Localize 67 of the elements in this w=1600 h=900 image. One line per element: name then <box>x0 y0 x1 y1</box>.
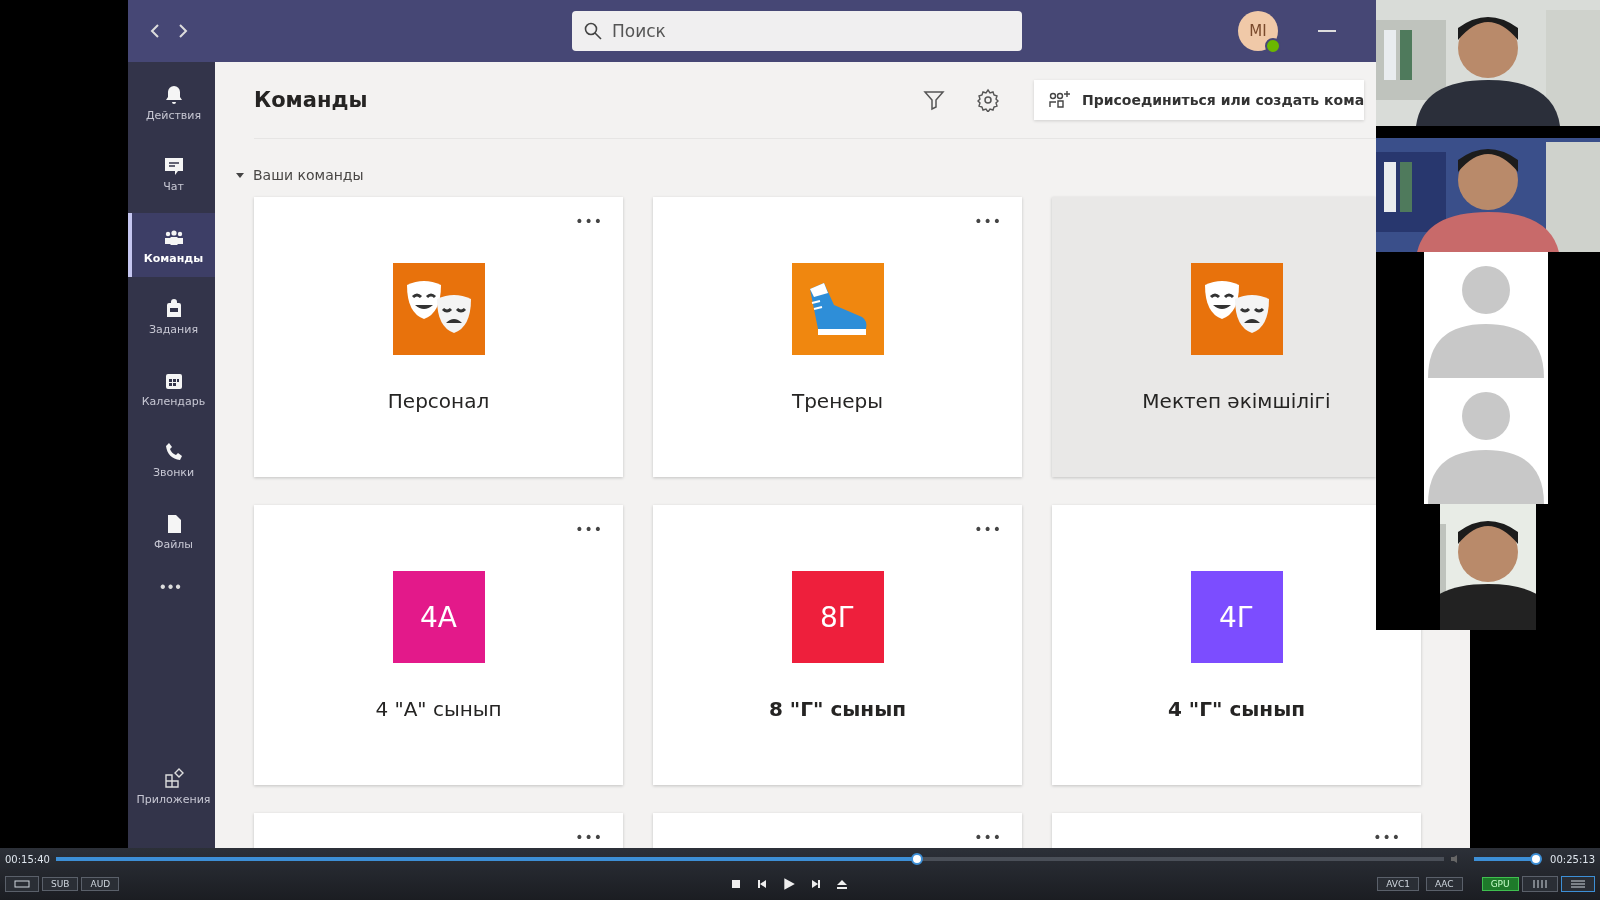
team-name: Персонал <box>387 389 490 413</box>
team-name: 4 "А" сынып <box>375 697 502 721</box>
more-options-button[interactable]: ••• <box>571 519 607 539</box>
more-options-button[interactable]: ••• <box>571 827 607 847</box>
team-card[interactable]: ••• 4А 4 "А" сынып <box>254 505 623 785</box>
caret-icon <box>235 170 245 180</box>
playlist-button[interactable] <box>1560 876 1595 892</box>
previous-icon[interactable] <box>756 878 769 890</box>
more-options-button[interactable]: ••• <box>970 519 1006 539</box>
play-icon[interactable] <box>782 877 797 891</box>
team-card[interactable]: ••• 8Г 8 "Г" сынып <box>653 505 1022 785</box>
eject-icon[interactable] <box>836 878 849 890</box>
equalizer-button[interactable] <box>1521 876 1558 892</box>
team-card[interactable]: 4Г 4 "Г" сынып <box>1052 505 1421 785</box>
volume-slider[interactable] <box>1474 853 1539 865</box>
team-name: 8 "Г" сынып <box>768 697 907 721</box>
seek-bar[interactable] <box>55 853 1445 865</box>
more-options-button[interactable]: ••• <box>571 211 607 231</box>
team-card[interactable]: ••• <box>254 813 623 848</box>
sidebar-item[interactable]: Действия <box>128 70 215 134</box>
more-button[interactable]: ••• <box>128 576 215 597</box>
more-options-button[interactable]: ••• <box>970 211 1006 231</box>
search-field[interactable]: Поиск <box>610 20 1010 42</box>
sidebar-item[interactable]: Приложения <box>128 754 215 818</box>
next-icon[interactable] <box>810 878 823 890</box>
search-box[interactable]: Поиск <box>572 11 1022 51</box>
sidebar-item[interactable]: Чат <box>128 141 215 206</box>
screen-icon <box>14 880 30 888</box>
team-card[interactable]: ••• Тренеры <box>653 197 1022 477</box>
team-card[interactable]: ••• <box>1052 813 1421 848</box>
sidebar-item[interactable]: Задания <box>128 284 215 349</box>
elapsed-time: 00:15:40 <box>5 853 50 865</box>
more-options-button[interactable]: ••• <box>1369 827 1405 847</box>
join-or-create-team-button[interactable]: Присоединиться или создать кома <box>1034 80 1365 120</box>
sidebar-item[interactable]: Календарь <box>128 356 215 420</box>
more-options-button[interactable]: ••• <box>970 827 1006 847</box>
search-icon <box>584 22 602 40</box>
settings-icon[interactable] <box>976 88 1000 112</box>
filter-icon[interactable] <box>922 88 946 112</box>
equalizer-icon <box>1530 880 1549 888</box>
team-name: Тренеры <box>791 389 884 413</box>
team-card[interactable]: ••• <box>653 813 1022 848</box>
team-card[interactable]: Мектеп әкімшілігі <box>1052 197 1376 477</box>
player-button[interactable]: AUD <box>81 877 120 891</box>
player-button[interactable]: AAC <box>1425 877 1463 891</box>
user-avatar[interactable]: MI <box>1238 11 1278 51</box>
total-time: 00:25:13 <box>1550 853 1595 865</box>
player-button[interactable]: SUB <box>42 877 79 891</box>
team-name: Мектеп әкімшілігі <box>1142 389 1331 413</box>
team-name: 4 "Г" сынып <box>1167 697 1306 721</box>
team-card[interactable]: ••• Персонал <box>254 197 623 477</box>
list-icon <box>1569 880 1586 888</box>
sidebar-item[interactable]: Команды <box>128 213 215 277</box>
screen-mode-button[interactable] <box>5 876 39 892</box>
section-header[interactable]: Ваши команды <box>235 167 364 183</box>
player-button[interactable]: AVC1 <box>1377 877 1419 891</box>
seek-handle[interactable] <box>910 853 923 865</box>
team-tile: 8Г <box>791 571 884 663</box>
player-button[interactable]: GPU <box>1481 877 1519 891</box>
add-people-icon <box>1048 89 1072 111</box>
team-tile: 4Г <box>1190 571 1283 663</box>
page-title: Команды <box>254 88 369 112</box>
volume-handle[interactable] <box>1530 853 1543 865</box>
stop-icon[interactable] <box>730 878 743 890</box>
team-tile: 4А <box>392 571 485 663</box>
sidebar-item[interactable]: Звонки <box>128 427 215 492</box>
sidebar-item[interactable]: Файлы <box>128 499 215 563</box>
